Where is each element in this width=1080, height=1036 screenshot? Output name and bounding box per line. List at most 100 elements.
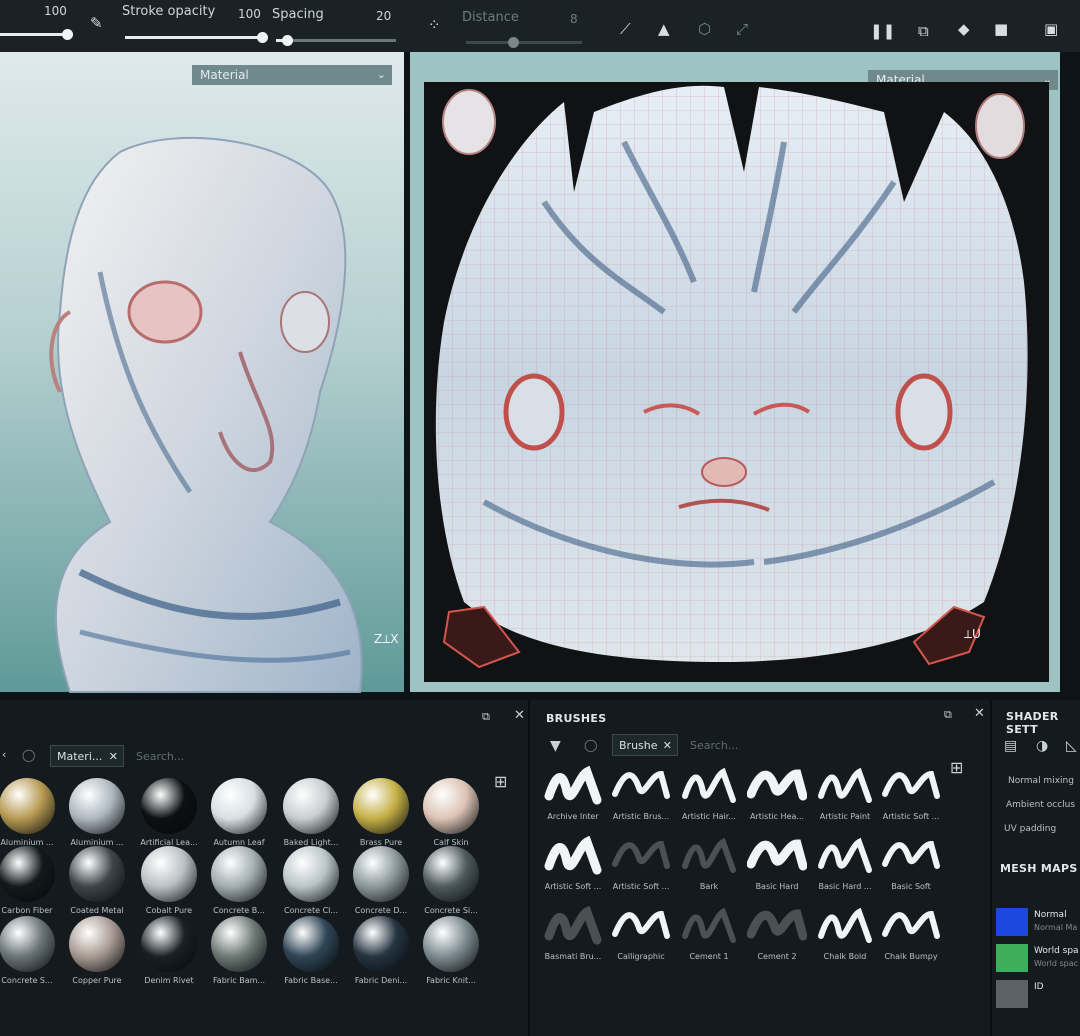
symmetry-icon[interactable]: ▲ [658, 20, 670, 38]
brush-item[interactable]: Artistic Soft ... [878, 766, 944, 821]
material-item[interactable]: Concrete S... [0, 916, 62, 985]
grid-view-icon[interactable]: ⊞ [494, 772, 507, 791]
material-item[interactable]: Concrete B... [204, 846, 274, 915]
brushes-search-input[interactable]: Search... [690, 739, 738, 752]
close-icon[interactable]: ✕ [663, 735, 672, 757]
transform-icon[interactable]: ⤢ [736, 20, 748, 38]
display-mode-icon[interactable]: ◆ [958, 20, 970, 38]
material-item[interactable]: Fabric Knit... [416, 916, 486, 985]
close-icon[interactable]: ✕ [974, 706, 985, 721]
material-item[interactable]: Copper Pure [62, 916, 132, 985]
brush-item[interactable]: Artistic Hea... [744, 766, 810, 821]
brush-item[interactable]: Cement 1 [676, 906, 742, 961]
uv-texture-canvas[interactable]: ⟂U [424, 82, 1049, 682]
mesh-map-thumbnail[interactable] [996, 908, 1028, 936]
shelf-search-input[interactable]: Search... [136, 750, 184, 763]
material-thumbnail [423, 916, 479, 972]
material-label: Coated Metal [70, 906, 124, 915]
pause-icon[interactable]: ❚❚ [870, 22, 895, 40]
filter-circle-icon[interactable]: ◯ [584, 738, 597, 752]
brush-item[interactable]: Bark [676, 836, 742, 891]
brush-item[interactable]: Artistic Hair... [676, 766, 742, 821]
brush-item[interactable]: Calligraphic [608, 906, 674, 961]
brush-item[interactable]: Basic Soft [878, 836, 944, 891]
mesh-map-subtitle: World spac [1034, 959, 1079, 968]
brush-stroke-preview [612, 840, 670, 869]
material-item[interactable]: Concrete Si... [416, 846, 486, 915]
brush-stroke-preview [544, 766, 602, 805]
settings-icon[interactable]: ◺ [1066, 738, 1077, 754]
material-item[interactable]: Denim Rivet [134, 916, 204, 985]
brush-label: Artistic Brus... [612, 812, 670, 821]
material-item[interactable]: Carbon Fiber [0, 846, 62, 915]
projection-icon[interactable]: ⬡ [698, 20, 711, 38]
material-item[interactable]: Fabric Deni... [346, 916, 416, 985]
3d-viewport[interactable]: Material ⌄ Z⟂X [0, 52, 404, 693]
pen-pressure-icon[interactable]: ✎ [90, 14, 103, 32]
brushes-filter-tab[interactable]: Brushe ✕ [612, 734, 678, 756]
material-thumbnail [141, 916, 197, 972]
grid-view-icon[interactable]: ⊞ [950, 758, 963, 777]
material-thumbnail [423, 778, 479, 834]
split-view-icon[interactable]: ⧉ [918, 22, 929, 40]
close-icon[interactable]: ✕ [514, 708, 525, 723]
shelf-filter-tab-label: Materi... [57, 750, 103, 763]
material-item[interactable]: Fabric Bam... [204, 916, 274, 985]
material-item[interactable]: Autumn Leaf [204, 778, 274, 847]
brush-label: Basmati Bru... [544, 952, 602, 961]
material-item[interactable]: Brass Pure [346, 778, 416, 847]
brush-item[interactable]: Artistic Brus... [608, 766, 674, 821]
distance-slider[interactable] [466, 37, 582, 48]
brush-stroke-preview [682, 767, 736, 803]
material-item[interactable]: Concrete D... [346, 846, 416, 915]
float-panel-icon[interactable]: ⧉ [482, 710, 490, 724]
spacing-slider[interactable] [276, 35, 396, 46]
material-item[interactable]: Baked Light... [276, 778, 346, 847]
material-item[interactable]: Cobalt Pure [134, 846, 204, 915]
float-panel-icon[interactable]: ⧉ [944, 708, 952, 722]
brush-stroke-preview [818, 837, 872, 873]
material-label: Cobalt Pure [145, 906, 193, 915]
material-item[interactable]: Artificial Lea... [134, 778, 204, 847]
shelf-filter-tab[interactable]: Materi... ✕ [50, 745, 124, 767]
material-item[interactable]: Aluminium ... [0, 778, 62, 847]
brush-item[interactable]: Chalk Bold [812, 906, 878, 961]
material-item[interactable]: Fabric Base... [276, 916, 346, 985]
jitter-icon[interactable]: ⁘ [428, 16, 441, 34]
mesh-map-thumbnail[interactable] [996, 944, 1028, 972]
camera-icon[interactable]: ■ [994, 20, 1008, 38]
brush-stroke-preview [818, 767, 872, 803]
close-icon[interactable]: ✕ [109, 746, 118, 768]
material-item[interactable]: Calf Skin [416, 778, 486, 847]
shader-icon[interactable]: ▤ [1004, 738, 1017, 754]
brush-item[interactable]: Artistic Soft ... [540, 836, 606, 891]
shelf-back-icon[interactable]: ‹ [2, 748, 6, 761]
screenshot-icon[interactable]: ▣ [1044, 20, 1058, 38]
brush-item[interactable]: Basmati Bru... [540, 906, 606, 961]
brush-stroke-preview [747, 769, 807, 801]
brush-label: Basic Hard [755, 882, 799, 891]
lazy-mouse-icon[interactable]: ⟋ [620, 20, 631, 38]
size-slider[interactable] [0, 29, 73, 40]
brush-item[interactable]: Basic Hard [744, 836, 810, 891]
brush-item[interactable]: Basic Hard ... [812, 836, 878, 891]
sphere-icon[interactable]: ◑ [1036, 738, 1048, 754]
brush-item[interactable]: Cement 2 [744, 906, 810, 961]
material-item[interactable]: Aluminium ... [62, 778, 132, 847]
filter-icon[interactable]: ▼ [550, 738, 561, 754]
mesh-map-thumbnail[interactable] [996, 980, 1028, 1008]
viewport-material-dropdown[interactable]: Material ⌄ [192, 65, 392, 85]
material-item[interactable]: Coated Metal [62, 846, 132, 915]
material-item[interactable]: Concrete Cl... [276, 846, 346, 915]
mesh-map-name: Normal [1034, 910, 1067, 920]
filter-circle-icon[interactable]: ◯ [22, 748, 35, 762]
brush-stroke-preview [882, 770, 940, 799]
brush-item[interactable]: Artistic Soft ... [608, 836, 674, 891]
material-thumbnail [69, 778, 125, 834]
shader-settings-title: SHADER SETT [1006, 710, 1059, 736]
material-thumbnail [141, 778, 197, 834]
stroke-opacity-slider[interactable] [125, 32, 268, 43]
brush-item[interactable]: Archive Inter [540, 766, 606, 821]
brush-item[interactable]: Artistic Paint [812, 766, 878, 821]
brush-item[interactable]: Chalk Bumpy [878, 906, 944, 961]
